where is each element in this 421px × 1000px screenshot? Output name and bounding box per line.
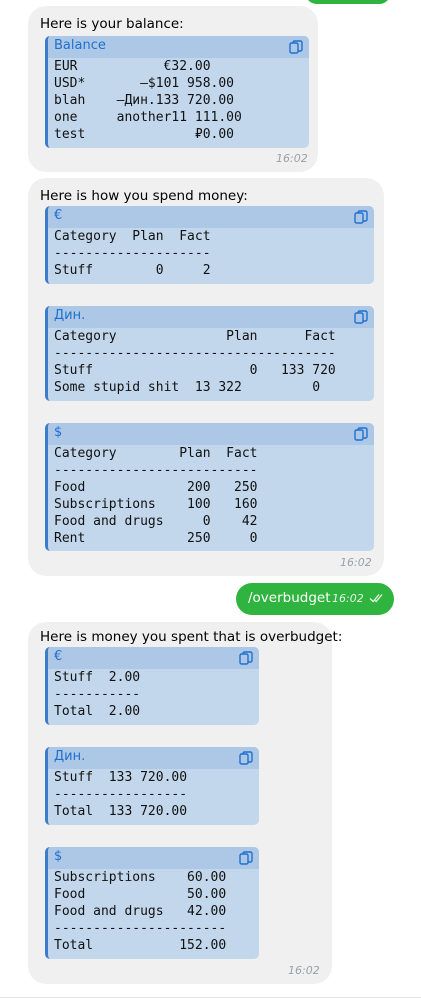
message-overbudget[interactable]: Here is money you spent that is overbudg… bbox=[28, 622, 342, 984]
divider bbox=[0, 997, 421, 998]
copy-icon[interactable] bbox=[289, 40, 303, 55]
code-line: Food and drugs 0 42 bbox=[54, 514, 258, 529]
message-balance[interactable]: Here is your balance: Balance EUR €32.00… bbox=[28, 6, 318, 172]
code-block-usd[interactable]: $ Category Plan Fact --------------------… bbox=[45, 423, 374, 551]
copy-icon[interactable] bbox=[239, 751, 253, 766]
code-line: Category Plan Fact bbox=[54, 329, 336, 344]
code-block-language: Дин. bbox=[54, 308, 86, 323]
code-block-eur[interactable]: € Stuff 2.00 ----------- Total 2.00 bbox=[45, 647, 259, 725]
double-check-icon bbox=[369, 594, 383, 603]
code-block-language: $ bbox=[54, 849, 63, 864]
code-line: USD* –$101 958.00 bbox=[54, 76, 235, 91]
code-block-content: Category Plan Fact ----------------------… bbox=[54, 328, 336, 396]
copy-icon[interactable] bbox=[239, 651, 253, 666]
code-line: Total 133 720.00 bbox=[54, 804, 188, 819]
message-text: /overbudget bbox=[248, 590, 331, 606]
code-block-din[interactable]: Дин. Category Plan Fact -----------------… bbox=[45, 306, 374, 401]
copy-icon[interactable] bbox=[354, 310, 368, 325]
code-line: Stuff 2.00 bbox=[54, 670, 141, 685]
message-text: Here is how you spend money: bbox=[40, 188, 248, 204]
code-block-content: Category Plan Fact ----------------------… bbox=[54, 445, 258, 547]
code-line: one another11 111.00 bbox=[54, 110, 242, 125]
code-block-header bbox=[48, 423, 374, 445]
code-line: ----------- bbox=[54, 687, 141, 702]
code-line: ------------------------------------ bbox=[54, 346, 336, 361]
message-time: 16:02 bbox=[288, 964, 320, 977]
message-outgoing[interactable]: /overbudget 16:02 bbox=[236, 583, 394, 615]
code-line: Subscriptions 60.00 bbox=[54, 870, 227, 885]
code-block-content: Subscriptions 60.00 Food 50.00 Food and dr… bbox=[54, 869, 226, 954]
code-line: EUR €32.00 bbox=[54, 59, 211, 74]
code-line: Food 50.00 bbox=[54, 887, 227, 902]
code-line: Total 2.00 bbox=[54, 704, 141, 719]
code-line: ----------------- bbox=[54, 787, 188, 802]
copy-icon[interactable] bbox=[354, 427, 368, 442]
message-time: 16:02 bbox=[276, 152, 308, 165]
copy-icon[interactable] bbox=[239, 851, 253, 866]
code-block-language: Balance bbox=[54, 38, 106, 53]
code-line: Subscriptions 100 160 bbox=[54, 497, 258, 512]
code-line: ---------------------- bbox=[54, 921, 227, 936]
code-block-header bbox=[48, 647, 259, 669]
message-time: 16:02 bbox=[340, 556, 372, 569]
code-block-language: Дин. bbox=[54, 749, 86, 764]
code-line: Stuff 133 720.00 bbox=[54, 770, 188, 785]
code-block-content: EUR €32.00 USD* –$101 958.00 blah –Дин.133… bbox=[54, 58, 242, 143]
message-text: Here is money you spent that is overbudg… bbox=[40, 629, 343, 645]
message-spend[interactable]: Here is how you spend money: € Category … bbox=[28, 178, 384, 576]
code-block-din[interactable]: Дин. Stuff 133 720.00 ----------------- To… bbox=[45, 747, 259, 825]
code-line: Rent 250 0 bbox=[54, 531, 258, 546]
code-line: -------------------------- bbox=[54, 463, 258, 478]
code-line: Stuff 0 2 bbox=[54, 263, 211, 278]
code-block-eur[interactable]: € Category Plan Fact --------------------… bbox=[45, 206, 374, 284]
message-time: 16:02 bbox=[332, 592, 364, 605]
code-block-balance[interactable]: Balance EUR €32.00 USD* –$101 958.00 blah … bbox=[45, 36, 309, 148]
code-block-language: € bbox=[54, 208, 63, 223]
code-line: -------------------- bbox=[54, 246, 211, 261]
code-block-content: Stuff 133 720.00 ----------------- Total 1… bbox=[54, 769, 187, 820]
code-block-usd[interactable]: $ Subscriptions 60.00 Food 50.00 Food and … bbox=[45, 847, 259, 959]
code-block-header bbox=[48, 847, 259, 869]
code-block-content: Stuff 2.00 ----------- Total 2.00 bbox=[54, 669, 140, 720]
message-text: Here is your balance: bbox=[40, 16, 184, 32]
code-line: Category Plan Fact bbox=[54, 446, 258, 461]
code-line: Some stupid shit 13 322 0 bbox=[54, 380, 321, 395]
code-block-content: Category Plan Fact -------------------- St… bbox=[54, 228, 211, 279]
copy-icon[interactable] bbox=[354, 210, 368, 225]
code-line: Stuff 0 133 720 bbox=[54, 363, 336, 378]
code-line: Category Plan Fact bbox=[54, 229, 211, 244]
code-block-language: € bbox=[54, 649, 63, 664]
code-block-header bbox=[48, 306, 374, 328]
code-line: test ₽0.00 bbox=[54, 127, 235, 142]
code-line: Food 200 250 bbox=[54, 480, 258, 495]
code-line: Food and drugs 42.00 bbox=[54, 904, 227, 919]
previous-outgoing-bubble bbox=[305, 0, 391, 4]
code-line: Total 152.00 bbox=[54, 938, 227, 953]
code-block-language: $ bbox=[54, 425, 63, 440]
code-block-header bbox=[48, 206, 374, 228]
code-line: blah –Дин.133 720.00 bbox=[54, 93, 235, 108]
